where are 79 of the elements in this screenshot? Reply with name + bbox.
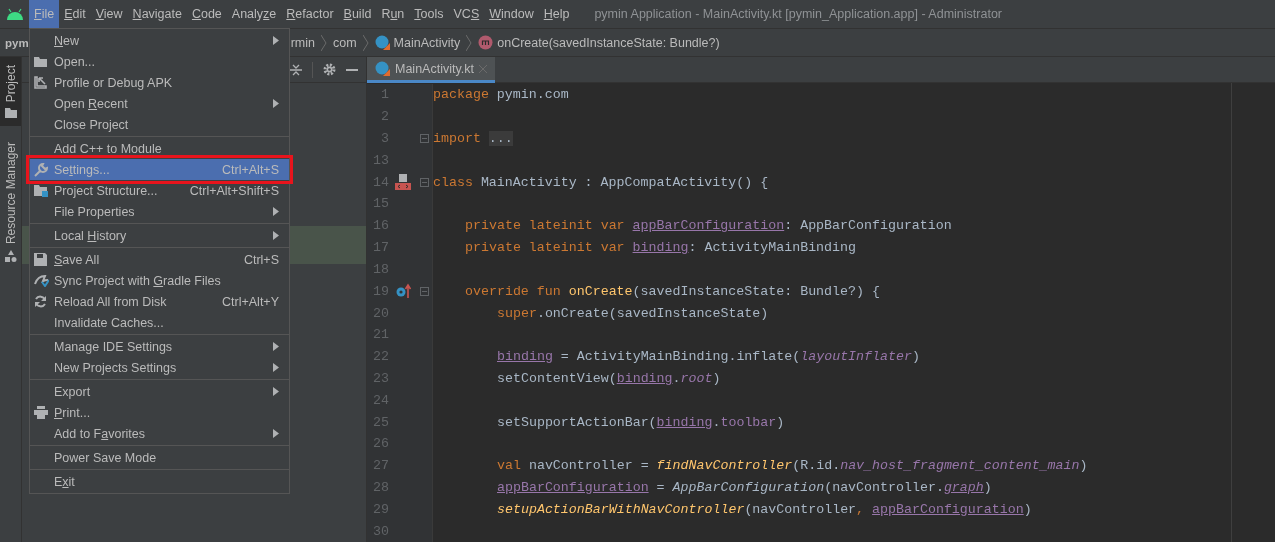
menu-item[interactable]: Add C++ to Module xyxy=(30,138,289,159)
tool-window-tab[interactable]: Resource Manager xyxy=(0,134,21,271)
menu-item[interactable]: Export xyxy=(30,381,289,402)
menu-item[interactable]: Save All Ctrl+S xyxy=(30,249,289,270)
code-line: class MainActivity : AppCompatActivity() { xyxy=(433,173,770,192)
code-line: setupActionBarWithNavController(navController, appBarConfiguration) xyxy=(496,500,1033,519)
tool-window-tab[interactable]: Project xyxy=(0,57,21,127)
floppy-icon xyxy=(34,253,47,266)
code-line: override fun onCreate(savedInstanceState: Bundle?) { xyxy=(464,282,881,301)
code-line: setContentView(binding.root) xyxy=(496,369,722,388)
menu-bar-item[interactable]: View xyxy=(90,0,128,28)
menu-bar-item[interactable]: Window xyxy=(484,0,539,28)
menu-item[interactable]: New Projects Settings xyxy=(30,357,289,378)
folder-icon xyxy=(4,108,17,119)
code-line: appBarConfiguration = AppBarConfiguration(navController.graph) xyxy=(496,479,993,498)
class-icon xyxy=(374,35,390,50)
arrow-icon xyxy=(34,76,47,89)
menu-item[interactable]: Project Structure... Ctrl+Alt+Shift+S xyxy=(30,180,289,201)
window-title: pymin Application - MainActivity.kt [pymin_Application.app] - Administrator xyxy=(594,7,1002,21)
menu-item[interactable]: Reload All from Disk Ctrl+Alt+Y xyxy=(30,291,289,312)
menu-item[interactable]: Close Project xyxy=(30,114,289,135)
code-line: import ... xyxy=(433,130,514,149)
settings-icon[interactable] xyxy=(323,63,336,76)
menu-item[interactable]: Invalidate Caches... xyxy=(30,312,289,333)
layout-file-icon[interactable] xyxy=(394,173,412,192)
menu-bar-item[interactable]: VCS xyxy=(448,0,485,28)
menu-item[interactable]: New xyxy=(30,30,289,51)
breadcrumb-item[interactable]: pym xyxy=(5,36,29,49)
printer-icon xyxy=(34,406,48,419)
code-line: private lateinit var appBarConfiguration: AppBarConfiguration xyxy=(464,217,953,236)
override-icon[interactable] xyxy=(395,283,411,300)
menu-bar-item[interactable]: Run xyxy=(376,0,410,28)
folder-icon xyxy=(34,184,48,197)
fold-icon[interactable] xyxy=(419,134,429,144)
chevron-icon xyxy=(362,34,369,51)
menu-item[interactable]: Manage IDE Settings xyxy=(30,336,289,357)
menu-item[interactable]: Add to Favorites xyxy=(30,423,289,444)
code-line: package pymin.com xyxy=(433,86,570,105)
method-icon xyxy=(478,35,494,50)
breadcrumb-item[interactable]: onCreate(savedInstanceState: Bundle?) xyxy=(478,35,720,50)
menu-item[interactable]: Local History xyxy=(30,225,289,246)
sync-icon xyxy=(34,274,49,287)
menu-bar-item[interactable]: Help xyxy=(538,0,575,28)
menu-bar-item[interactable]: Analyze xyxy=(226,0,282,28)
menu-item[interactable]: Exit xyxy=(30,471,289,492)
code-line: setSupportActionBar(binding.toolbar) xyxy=(496,413,786,432)
android-logo-icon xyxy=(6,8,24,20)
fold-icon[interactable] xyxy=(419,177,429,187)
breadcrumb-item[interactable]: rmin xyxy=(290,35,315,50)
fold-icon[interactable] xyxy=(419,286,429,296)
breadcrumb-item[interactable]: com xyxy=(332,35,357,50)
code-line: val navController = findNavController(R.id.nav_host_fragment_content_main) xyxy=(496,457,1089,476)
chevron-icon xyxy=(320,34,327,51)
menu-item[interactable]: Sync Project with Gradle Files xyxy=(30,270,289,291)
menu-bar-item[interactable]: Edit xyxy=(59,0,91,28)
menu-bar-item[interactable]: Build xyxy=(338,0,377,28)
code-line: binding = ActivityMainBinding.inflate(layoutInflater) xyxy=(496,348,921,367)
menu-bar-item[interactable]: Navigate xyxy=(127,0,187,28)
code-line: private lateinit var binding: ActivityMainBinding xyxy=(464,239,857,258)
collapse-icon[interactable] xyxy=(290,63,302,76)
code-line: super.onCreate(savedInstanceState) xyxy=(496,304,770,323)
class-icon xyxy=(375,61,390,76)
menu-item[interactable]: Print... xyxy=(30,402,289,423)
menu-item[interactable]: Open... xyxy=(30,51,289,72)
editor-tab[interactable]: MainActivity.kt xyxy=(367,57,495,83)
menu-item[interactable]: Power Save Mode xyxy=(30,447,289,468)
menu-bar-item[interactable]: Refactor xyxy=(281,0,339,28)
chevron-icon xyxy=(466,34,473,51)
shapes-icon xyxy=(4,250,17,263)
menu-bar-item[interactable]: Tools xyxy=(409,0,449,28)
wrench-icon xyxy=(34,162,48,177)
minimize-icon[interactable] xyxy=(346,68,358,71)
menu-bar-item[interactable]: Code xyxy=(186,0,227,28)
menu-item[interactable]: Profile or Debug APK xyxy=(30,72,289,93)
breadcrumb-item[interactable]: MainActivity xyxy=(374,35,461,50)
menu-item[interactable]: File Properties xyxy=(30,201,289,222)
menu-item[interactable]: Open Recent xyxy=(30,93,289,114)
reload-icon xyxy=(34,295,47,308)
folder-icon xyxy=(34,55,48,68)
